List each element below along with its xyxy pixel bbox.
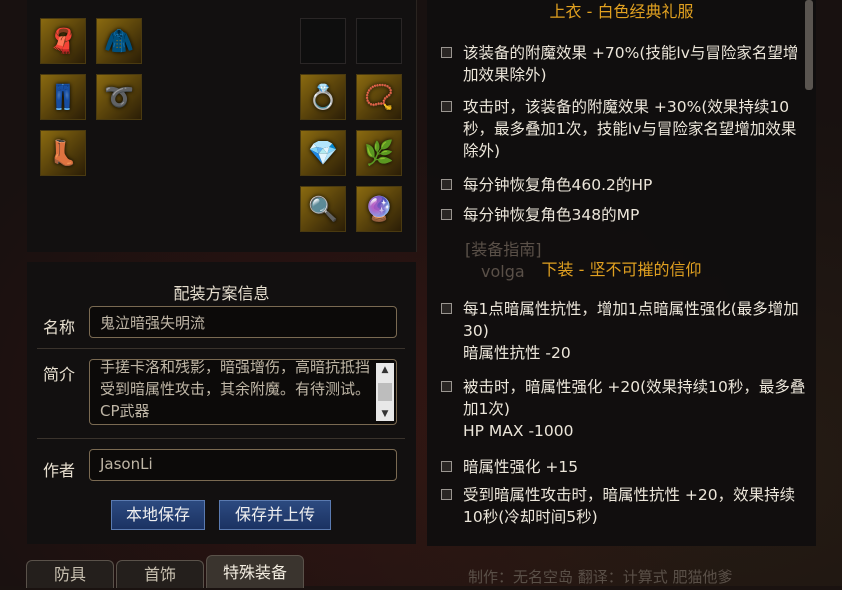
list-item: 每分钟恢复角色460.2的HP <box>441 174 811 196</box>
equipment-slot[interactable]: 👖 <box>40 74 86 120</box>
list-item: 每1点暗属性抗性，增加1点暗属性强化(最多增加30) 暗属性抗性 -20 <box>441 298 811 364</box>
equipment-slot[interactable]: 🔮 <box>356 186 402 232</box>
desc-text: 手搓卡洛和残影，暗强增伤，高暗抗抵挡受到暗属性攻击，其余附魔。有待测试。CP武器 <box>100 359 371 420</box>
empty-slot[interactable] <box>300 18 346 64</box>
desc-scrollbar[interactable]: ▲ ▼ <box>376 363 394 421</box>
tab-armor[interactable]: 防具 <box>26 560 114 588</box>
checkbox[interactable] <box>441 179 452 190</box>
scroll-down-icon[interactable]: ▼ <box>376 407 394 421</box>
equipment-slot[interactable]: 💍 <box>300 74 346 120</box>
equipment-slot[interactable]: 🔍 <box>300 186 346 232</box>
bracelet-icon: 💍 <box>308 83 338 111</box>
necklace-icon: 📿 <box>364 83 394 111</box>
list-item: 受到暗属性攻击时，暗属性抗性 +20，效果持续10秒(冷却时间5秒) <box>441 484 811 528</box>
detail-scrollbar[interactable] <box>805 0 813 90</box>
author-label: 作者 <box>43 461 76 480</box>
checkbox[interactable] <box>441 381 452 392</box>
empty-slot[interactable] <box>356 18 402 64</box>
scarf-icon: 🧣 <box>48 27 78 55</box>
equipment-slot[interactable]: ➰ <box>96 74 142 120</box>
equipment-slot[interactable]: 👢 <box>40 130 86 176</box>
checkbox[interactable] <box>441 489 452 500</box>
credits-text: 制作：无名空岛 翻译：计算式 肥猫他爹 <box>468 568 733 586</box>
list-item: 每分钟恢复角色348的MP <box>441 204 811 226</box>
divider <box>37 438 405 439</box>
section-title-bottom: 下装 - 坚不可摧的信仰 <box>541 260 702 279</box>
desc-label: 简介 <box>43 365 76 384</box>
gem-pouch-icon: 🌿 <box>364 139 394 167</box>
magnifier-icon: 🔍 <box>308 195 338 223</box>
list-item: 该装备的附魔效果 +70%(技能lv与冒险家名望增加效果除外) <box>441 42 811 86</box>
equipment-slot[interactable]: 🧣 <box>40 18 86 64</box>
scroll-thumb[interactable] <box>378 383 392 401</box>
equipment-slot[interactable]: 🌿 <box>356 130 402 176</box>
list-item: 攻击时，该装备的附魔效果 +30%(效果持续10秒，最多叠加1次，技能lv与冒险… <box>441 96 811 162</box>
save-upload-button[interactable]: 保存并上传 <box>219 500 331 530</box>
equipment-slot[interactable]: 💎 <box>300 130 346 176</box>
ring-icon: 💎 <box>308 139 338 167</box>
name-field[interactable]: 鬼泣暗强失明流 <box>89 306 397 338</box>
shoe-icon: 👢 <box>48 139 78 167</box>
name-label: 名称 <box>43 318 76 337</box>
orb-icon: 🔮 <box>364 195 394 223</box>
equipment-slot[interactable]: 📿 <box>356 74 402 120</box>
checkbox[interactable] <box>441 461 452 472</box>
author-field[interactable]: JasonLi <box>89 449 397 481</box>
config-panel: 配装方案信息 名称 鬼泣暗强失明流 简介 手搓卡洛和残影，暗强增伤，高暗抗抵挡受… <box>27 262 416 544</box>
checkbox[interactable] <box>441 101 452 112</box>
tab-accessory[interactable]: 首饰 <box>116 560 204 588</box>
checkbox[interactable] <box>441 47 452 58</box>
checkbox[interactable] <box>441 209 452 220</box>
detail-panel: 上衣 - 白色经典礼服 该装备的附魔效果 +70%(技能lv与冒险家名望增加效果… <box>427 0 816 546</box>
jacket-icon: 🧥 <box>104 27 134 55</box>
desc-field[interactable]: 手搓卡洛和残影，暗强增伤，高暗抗抵挡受到暗属性攻击，其余附魔。有待测试。CP武器… <box>89 359 397 425</box>
belt-icon: ➰ <box>104 83 134 111</box>
save-local-button[interactable]: 本地保存 <box>111 500 205 530</box>
checkbox[interactable] <box>441 303 452 314</box>
section-title-top: 上衣 - 白色经典礼服 <box>549 2 694 21</box>
list-item: 暗属性强化 +15 <box>441 456 811 478</box>
list-item: 被击时，暗属性强化 +20(效果持续10秒，最多叠加1次) HP MAX -10… <box>441 376 811 442</box>
equipment-slot[interactable]: 🧥 <box>96 18 142 64</box>
pants-icon: 👖 <box>48 83 78 111</box>
divider <box>37 348 405 349</box>
config-title: 配装方案信息 <box>173 284 270 303</box>
scroll-up-icon[interactable]: ▲ <box>376 363 394 377</box>
tab-special-equipment[interactable]: 特殊装备 <box>206 555 304 588</box>
